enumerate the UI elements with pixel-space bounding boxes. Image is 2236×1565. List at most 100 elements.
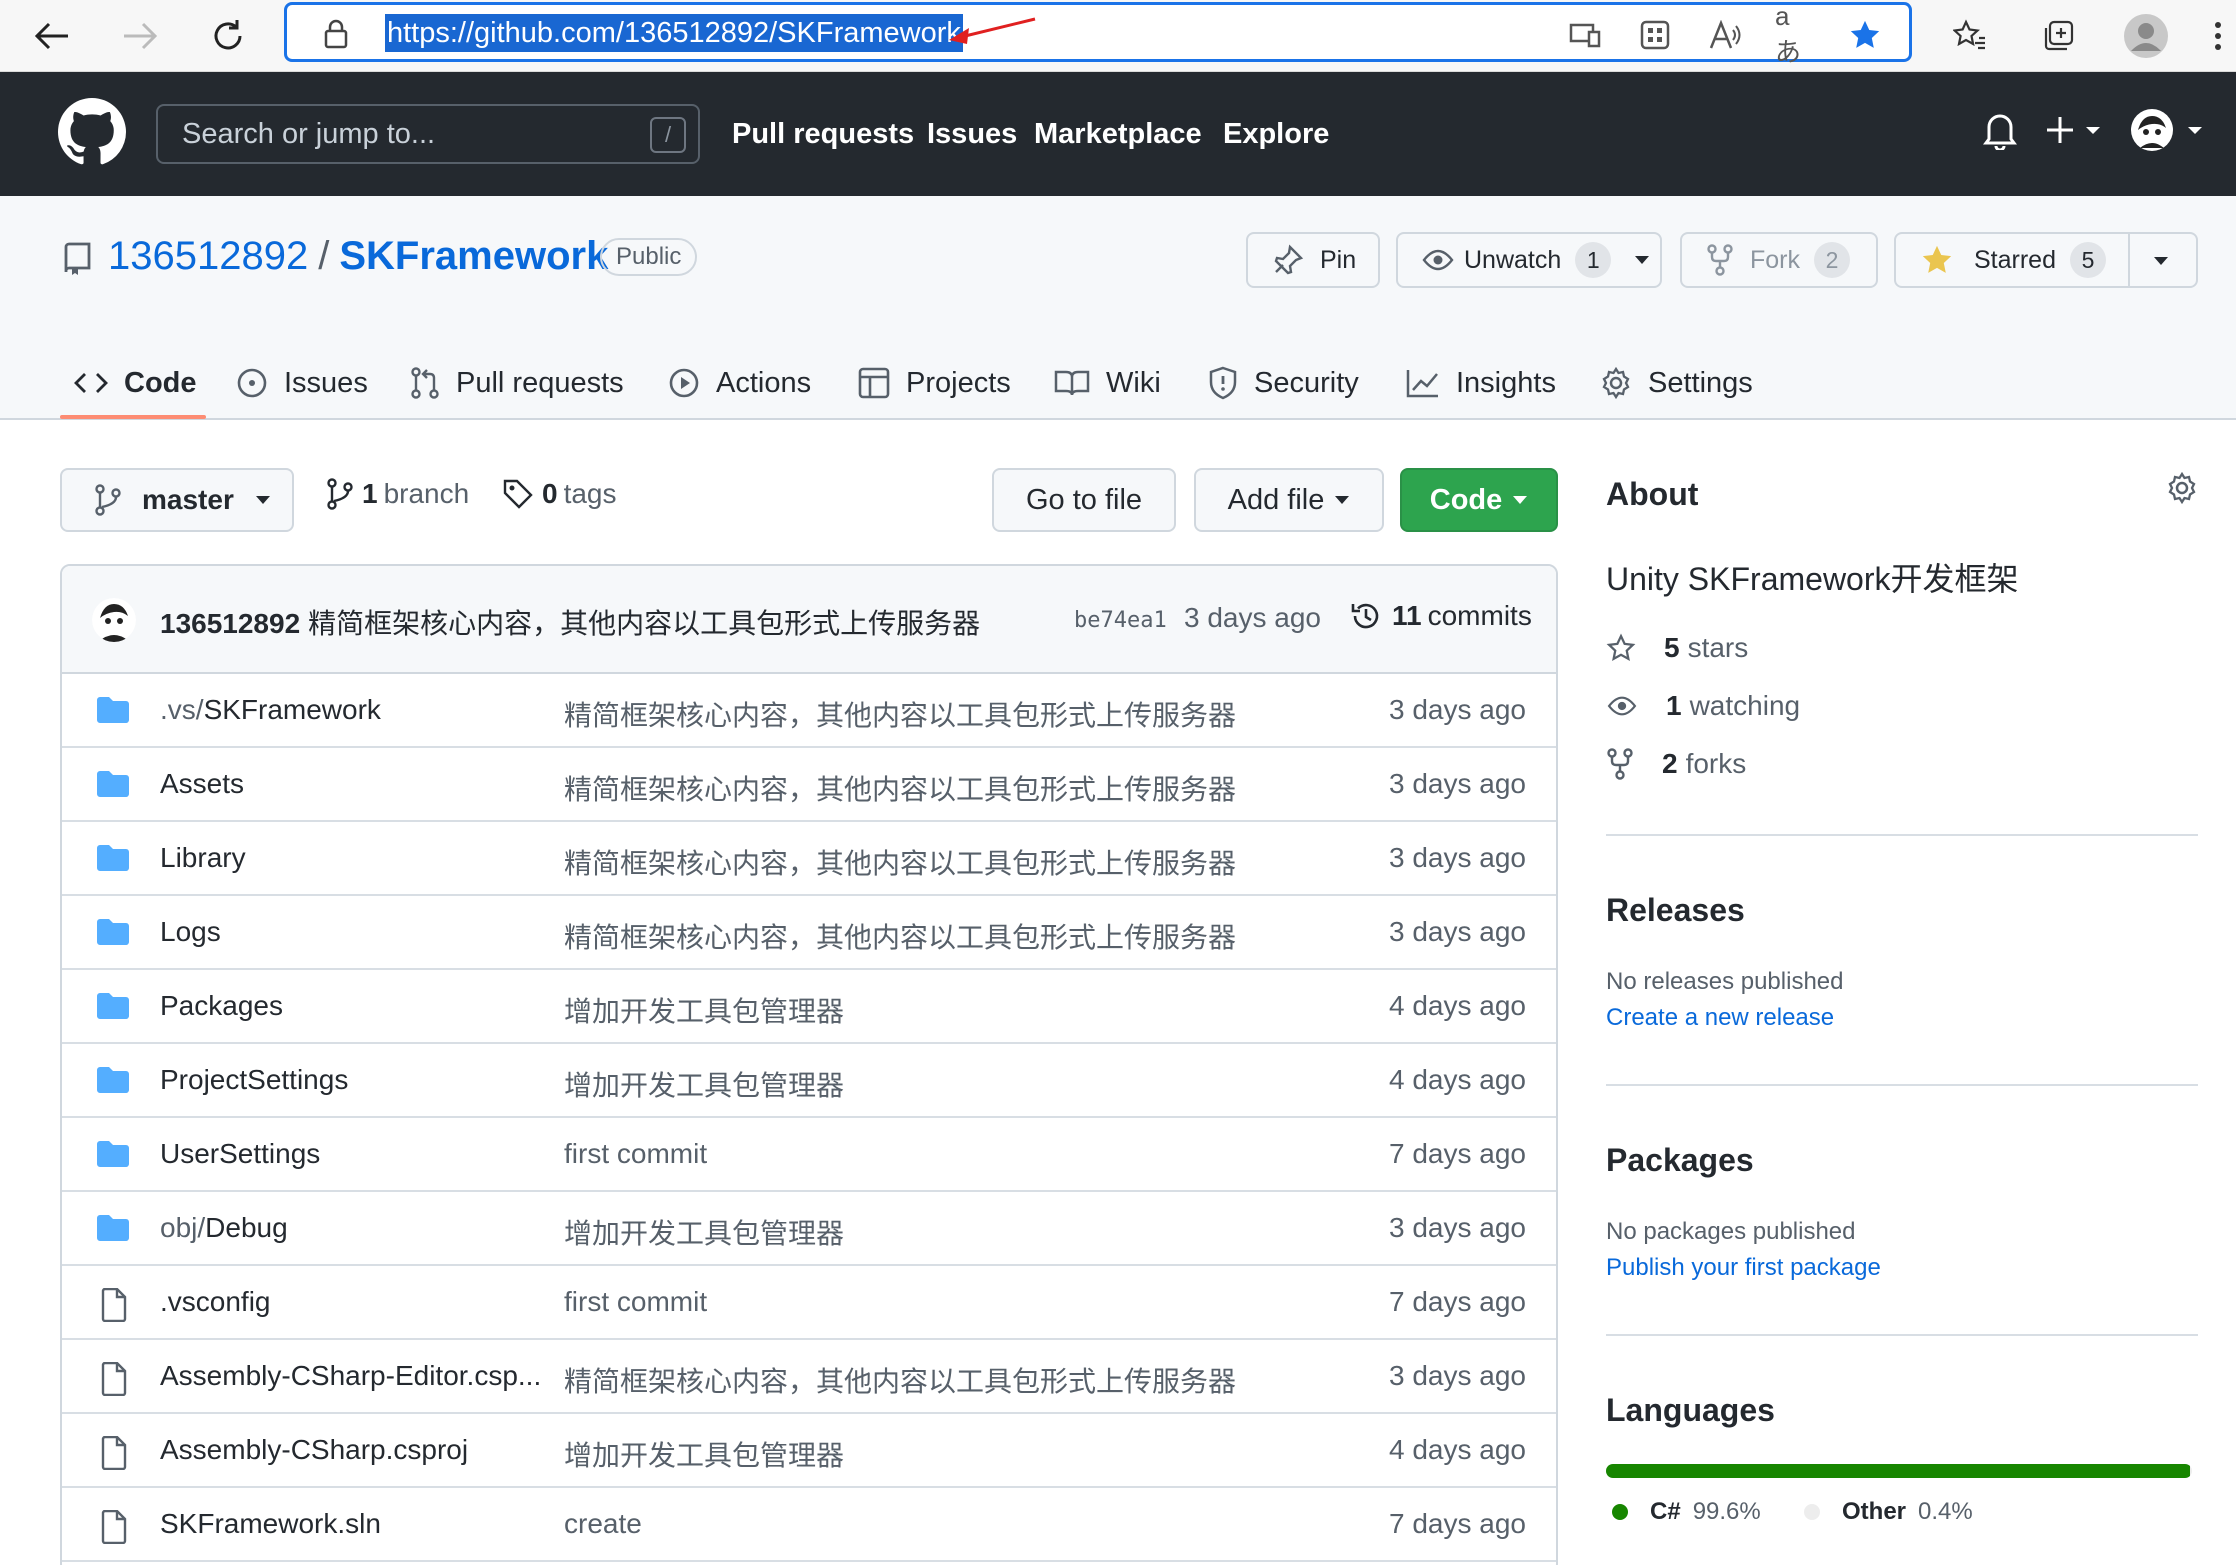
file-name-link[interactable]: .vsconfig: [160, 1286, 271, 1318]
file-name-link[interactable]: Logs: [160, 916, 221, 948]
fork-button[interactable]: Fork 2: [1680, 232, 1878, 288]
add-file-button[interactable]: Add file: [1194, 468, 1384, 532]
tab-code[interactable]: Code: [74, 346, 197, 420]
file-row[interactable]: UserSettings first commit 7 days ago: [62, 1118, 1556, 1192]
watchers-link[interactable]: 1 watching: [1606, 690, 1800, 722]
reader-mode-icon[interactable]: [1567, 17, 1603, 53]
collections-icon[interactable]: [2032, 10, 2084, 62]
url-text[interactable]: https://github.com/136512892/SKFramework: [385, 14, 963, 52]
tab-settings[interactable]: Settings: [1600, 346, 1753, 420]
file-row[interactable]: Library 精简框架核心内容，其他内容以工具包形式上传服务器 3 days ag…: [62, 822, 1556, 896]
read-aloud-icon[interactable]: [1707, 17, 1743, 53]
tab-security[interactable]: Security: [1208, 346, 1359, 420]
branch-select-button[interactable]: master: [60, 468, 294, 532]
file-commit-message-link[interactable]: first commit: [564, 1286, 707, 1318]
file-row[interactable]: ProjectSettings 增加开发工具包管理器 4 days ago: [62, 1044, 1556, 1118]
favorite-star-icon[interactable]: [1847, 17, 1883, 53]
about-settings-gear-icon[interactable]: [2166, 472, 2198, 504]
file-row[interactable]: .vsconfig first commit 7 days ago: [62, 1266, 1556, 1340]
file-commit-message-link[interactable]: 精简框架核心内容，其他内容以工具包形式上传服务器: [564, 842, 1236, 882]
address-bar[interactable]: https://github.com/136512892/SKFramework…: [284, 1, 1912, 67]
nav-marketplace[interactable]: Marketplace: [1034, 118, 1202, 151]
commit-sha-link[interactable]: be74ea1: [1074, 608, 1167, 633]
commit-message-link[interactable]: 精简框架核心内容，其他内容以工具包形式上传服务器: [308, 608, 980, 639]
tab-insights[interactable]: Insights: [1406, 346, 1556, 420]
notifications-bell-icon[interactable]: [1982, 110, 2018, 150]
file-commit-message-link[interactable]: 精简框架核心内容，其他内容以工具包形式上传服务器: [564, 768, 1236, 808]
publish-package-link[interactable]: Publish your first package: [1606, 1254, 1881, 1282]
go-to-file-button[interactable]: Go to file: [992, 468, 1176, 532]
back-icon[interactable]: [26, 10, 78, 62]
star-lists-chevron-icon[interactable]: [2152, 255, 2170, 267]
file-commit-message-link[interactable]: first commit: [564, 1138, 707, 1170]
github-logo-icon[interactable]: [58, 98, 126, 166]
commit-author-link[interactable]: 136512892: [160, 608, 300, 639]
file-commit-message-link[interactable]: 增加开发工具包管理器: [564, 1064, 844, 1104]
packages-heading[interactable]: Packages: [1606, 1142, 1754, 1179]
translate-icon[interactable]: aあ: [1775, 1, 1811, 67]
stars-link[interactable]: 5 stars: [1606, 632, 1748, 664]
tab-label: Pull requests: [456, 366, 624, 399]
file-name-link[interactable]: Packages: [160, 990, 283, 1022]
forks-link[interactable]: 2 forks: [1606, 748, 1746, 780]
language-csharp[interactable]: C# 99.6%: [1612, 1498, 1761, 1526]
tab-wiki[interactable]: Wiki: [1054, 346, 1161, 420]
user-avatar-menu[interactable]: [2130, 108, 2206, 152]
refresh-icon[interactable]: [202, 10, 254, 62]
file-row[interactable]: obj/Debug 增加开发工具包管理器 3 days ago: [62, 1192, 1556, 1266]
tab-issues[interactable]: Issues: [236, 346, 368, 420]
file-commit-message-link[interactable]: 精简框架核心内容，其他内容以工具包形式上传服务器: [564, 1360, 1236, 1400]
file-name-link[interactable]: UserSettings: [160, 1138, 320, 1170]
file-commit-message-link[interactable]: 精简框架核心内容，其他内容以工具包形式上传服务器: [564, 694, 1236, 734]
profile-icon[interactable]: [2120, 10, 2172, 62]
language-other[interactable]: Other 0.4%: [1804, 1498, 1973, 1526]
file-commit-message-link[interactable]: 增加开发工具包管理器: [564, 1212, 844, 1252]
file-name-link[interactable]: Assembly-CSharp.csproj: [160, 1434, 468, 1466]
file-name-link[interactable]: Library: [160, 842, 246, 874]
nav-explore[interactable]: Explore: [1223, 118, 1329, 151]
search-input[interactable]: Search or jump to... /: [156, 104, 700, 164]
lock-icon[interactable]: [323, 19, 349, 49]
nav-pull-requests[interactable]: Pull requests: [732, 118, 914, 151]
repo-name-link[interactable]: SKFramework: [339, 234, 608, 278]
branches-link[interactable]: 1 branch: [326, 478, 469, 510]
file-row[interactable]: Assets 精简框架核心内容，其他内容以工具包形式上传服务器 3 days ago: [62, 748, 1556, 822]
releases-heading[interactable]: Releases: [1606, 892, 1745, 929]
starred-button[interactable]: Starred 5: [1894, 232, 2198, 288]
file-name-link[interactable]: Assembly-CSharp-Editor.csp...: [160, 1360, 541, 1392]
file-row[interactable]: Assembly-CSharp-Editor.csp... 精简框架核心内容，其他…: [62, 1340, 1556, 1414]
create-release-link[interactable]: Create a new release: [1606, 1004, 1834, 1032]
file-row[interactable]: SKFramework.sln create 7 days ago: [62, 1488, 1556, 1562]
file-row[interactable]: Logs 精简框架核心内容，其他内容以工具包形式上传服务器 3 days ago: [62, 896, 1556, 970]
tab-pull-requests[interactable]: Pull requests: [410, 346, 624, 420]
file-commit-message-link[interactable]: 精简框架核心内容，其他内容以工具包形式上传服务器: [564, 916, 1236, 956]
author-avatar[interactable]: [92, 598, 136, 642]
file-commit-message-link[interactable]: create: [564, 1508, 642, 1540]
forward-icon[interactable]: [114, 10, 166, 62]
file-commit-message-link[interactable]: 增加开发工具包管理器: [564, 990, 844, 1030]
file-commit-message-link[interactable]: 增加开发工具包管理器: [564, 1434, 844, 1474]
create-new-plus-icon[interactable]: [2046, 114, 2106, 146]
more-icon[interactable]: [2200, 10, 2236, 62]
file-name-link[interactable]: Assets: [160, 768, 244, 800]
apps-icon[interactable]: [1637, 17, 1673, 53]
tags-link[interactable]: 0 tags: [502, 478, 617, 510]
file-name-link[interactable]: .vs/SKFramework: [160, 694, 381, 726]
file-row[interactable]: Packages 增加开发工具包管理器 4 days ago: [62, 970, 1556, 1044]
favorites-icon[interactable]: [1944, 10, 1996, 62]
commits-history-link[interactable]: 11 commits: [1350, 600, 1532, 632]
file-name-link[interactable]: obj/Debug: [160, 1212, 288, 1244]
code-download-button[interactable]: Code: [1400, 468, 1558, 532]
file-row[interactable]: Assembly-CSharp.csproj 增加开发工具包管理器 4 days a…: [62, 1414, 1556, 1488]
pin-button[interactable]: Pin: [1246, 232, 1380, 288]
tab-actions[interactable]: Actions: [668, 346, 811, 420]
repo-owner-link[interactable]: 136512892: [108, 234, 308, 278]
pull-request-icon: [411, 367, 439, 399]
file-name-link[interactable]: ProjectSettings: [160, 1064, 348, 1096]
file-name-link[interactable]: SKFramework.sln: [160, 1508, 381, 1540]
tab-projects[interactable]: Projects: [858, 346, 1011, 420]
language-percent: 0.4%: [1918, 1498, 1973, 1525]
nav-issues[interactable]: Issues: [927, 118, 1017, 151]
file-row[interactable]: .vs/SKFramework 精简框架核心内容，其他内容以工具包形式上传服务器 3…: [62, 674, 1556, 748]
unwatch-button[interactable]: Unwatch 1: [1396, 232, 1662, 288]
